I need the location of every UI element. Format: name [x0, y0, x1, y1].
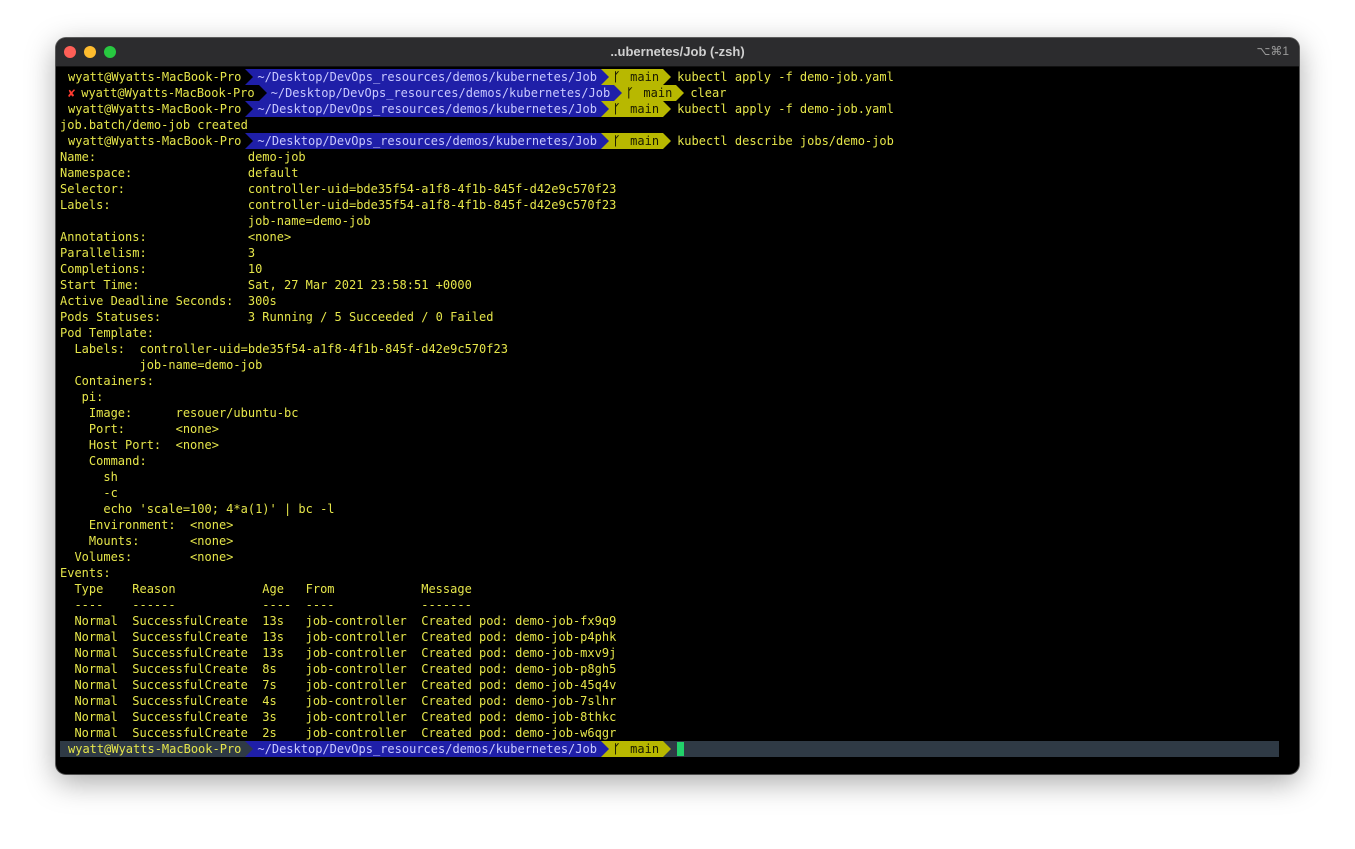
prompt-separator-icon	[663, 741, 672, 757]
branch-name: main	[622, 742, 660, 756]
describe-output-line: Completions: 10	[60, 262, 263, 276]
branch-name: main	[622, 134, 660, 148]
describe-output-line: Active Deadline Seconds: 300s	[60, 294, 277, 308]
prompt-directory: ~/Desktop/DevOps_resources/demos/kuberne…	[253, 69, 601, 85]
describe-output-line: Normal SuccessfulCreate 13s job-controll…	[60, 614, 617, 628]
prompt-user: wyatt@Wyatts-MacBook-Pro	[60, 101, 246, 117]
prompt-user-text: wyatt@Wyatts-MacBook-Pro	[81, 86, 255, 100]
prompt-separator-icon	[600, 69, 609, 85]
prompt-directory: ~/Desktop/DevOps_resources/demos/kuberne…	[253, 133, 601, 149]
describe-output-line: Pods Statuses: 3 Running / 5 Succeeded /…	[60, 310, 494, 324]
describe-output-line: Volumes: <none>	[60, 550, 234, 564]
describe-output-line: job-name=demo-job	[60, 358, 263, 372]
prompt-git-branch: ᚴ main	[608, 69, 664, 85]
prompt-separator-icon	[245, 69, 254, 85]
prompt-separator-icon	[663, 101, 672, 117]
prompt-separator-icon	[258, 85, 267, 101]
describe-output-line: Parallelism: 3	[60, 246, 256, 260]
prompt-separator-icon	[600, 133, 609, 149]
describe-output-line: Normal SuccessfulCreate 8s job-controlle…	[60, 662, 617, 676]
git-branch-icon: ᚴ	[612, 742, 621, 756]
describe-output-line: Labels: controller-uid=bde35f54-a1f8-4f1…	[60, 342, 508, 356]
git-branch-icon: ᚴ	[612, 102, 621, 116]
prompt-directory: ~/Desktop/DevOps_resources/demos/kuberne…	[253, 101, 601, 117]
git-branch-icon: ᚴ	[612, 134, 621, 148]
describe-output-line: Normal SuccessfulCreate 4s job-controlle…	[60, 694, 617, 708]
prompt-user: wyatt@Wyatts-MacBook-Pro	[60, 741, 246, 757]
command-text: kubectl apply -f demo-job.yaml	[677, 70, 894, 84]
describe-output-line: Type Reason Age From Message	[60, 582, 472, 596]
describe-output-line: Selector: controller-uid=bde35f54-a1f8-4…	[60, 182, 617, 196]
prompt-directory: ~/Desktop/DevOps_resources/demos/kuberne…	[266, 85, 615, 101]
describe-output-line: Normal SuccessfulCreate 13s job-controll…	[60, 630, 617, 644]
prompt-separator-icon	[600, 101, 609, 117]
describe-output-line: Name: demo-job	[60, 150, 306, 164]
prompt-git-branch: ᚴ main	[608, 741, 664, 757]
prompt-user: wyatt@Wyatts-MacBook-Pro	[60, 69, 246, 85]
git-branch-icon: ᚴ	[626, 86, 634, 100]
prompt-line: wyatt@Wyatts-MacBook-Pro ~/Desktop/DevOps…	[60, 133, 1279, 149]
describe-output-line: job-name=demo-job	[60, 214, 371, 228]
describe-output-line: Namespace: default	[60, 166, 299, 180]
title-bar[interactable]: ..ubernetes/Job (-zsh) ⌥⌘1	[56, 38, 1299, 67]
prompt-separator-icon	[663, 133, 672, 149]
prompt-separator-icon	[600, 741, 609, 757]
prompt-line: ✘ wyatt@Wyatts-MacBook-Pro ~/Desktop/DevOp…	[60, 85, 1279, 101]
prompt-git-branch: ᚴ main	[608, 101, 664, 117]
describe-output-line: Mounts: <none>	[60, 534, 234, 548]
command-text: kubectl describe jobs/demo-job	[677, 134, 894, 148]
prompt-separator-icon	[245, 741, 254, 757]
describe-output-line: ---- ------ ---- ---- -------	[60, 598, 472, 612]
branch-name: main	[636, 86, 673, 100]
prompt-user-text: wyatt@Wyatts-MacBook-Pro	[68, 742, 242, 756]
prompt-line: wyatt@Wyatts-MacBook-Pro ~/Desktop/DevOps…	[60, 101, 1279, 117]
prompt-user-text: wyatt@Wyatts-MacBook-Pro	[68, 70, 242, 84]
describe-output-line: Containers:	[60, 374, 154, 388]
command-output-line: job.batch/demo-job created	[60, 118, 248, 132]
prompt-separator-icon	[676, 85, 685, 101]
describe-output-line: pi:	[60, 390, 104, 404]
prompt-git-branch: ᚴ main	[622, 85, 677, 101]
describe-output-line: sh	[60, 470, 118, 484]
terminal-window: ..ubernetes/Job (-zsh) ⌥⌘1 wyatt@Wyatts-…	[56, 38, 1299, 774]
describe-output-line: Port: <none>	[60, 422, 219, 436]
describe-output-line: Command:	[60, 454, 147, 468]
prompt-user-text: wyatt@Wyatts-MacBook-Pro	[68, 134, 242, 148]
error-icon: ✘	[68, 86, 76, 100]
describe-output-line: Normal SuccessfulCreate 7s job-controlle…	[60, 678, 617, 692]
describe-output-line: Start Time: Sat, 27 Mar 2021 23:58:51 +0…	[60, 278, 472, 292]
describe-output-line: Pod Template:	[60, 326, 154, 340]
branch-name: main	[622, 102, 660, 116]
prompt-separator-icon	[614, 85, 623, 101]
prompt-directory: ~/Desktop/DevOps_resources/demos/kuberne…	[253, 741, 601, 757]
describe-output-line: Image: resouer/ubuntu-bc	[60, 406, 299, 420]
describe-output-line: Labels: controller-uid=bde35f54-a1f8-4f1…	[60, 198, 617, 212]
command-text: kubectl apply -f demo-job.yaml	[677, 102, 894, 116]
describe-output-line: Host Port: <none>	[60, 438, 219, 452]
prompt-user: ✘ wyatt@Wyatts-MacBook-Pro	[60, 85, 259, 101]
describe-output-line: Annotations: <none>	[60, 230, 292, 244]
describe-output-line: Events:	[60, 566, 111, 580]
describe-output-line: -c	[60, 486, 118, 500]
describe-output-line: Normal SuccessfulCreate 3s job-controlle…	[60, 710, 617, 724]
tab-shortcut: ⌥⌘1	[1256, 44, 1289, 58]
text-cursor[interactable]	[677, 742, 685, 756]
describe-output-line: echo 'scale=100; 4*a(1)' | bc -l	[60, 502, 335, 516]
prompt-separator-icon	[663, 69, 672, 85]
describe-output-line: Normal SuccessfulCreate 2s job-controlle…	[60, 726, 617, 740]
describe-output-line: Environment: <none>	[60, 518, 234, 532]
describe-output-line: Normal SuccessfulCreate 13s job-controll…	[60, 646, 617, 660]
git-branch-icon: ᚴ	[612, 70, 621, 84]
prompt-separator-icon	[245, 101, 254, 117]
prompt-line: wyatt@Wyatts-MacBook-Pro ~/Desktop/DevOps…	[60, 741, 1279, 757]
branch-name: main	[622, 70, 660, 84]
command-text: clear	[690, 86, 727, 100]
prompt-user: wyatt@Wyatts-MacBook-Pro	[60, 133, 246, 149]
terminal-output[interactable]: wyatt@Wyatts-MacBook-Pro ~/Desktop/DevOps…	[60, 69, 1279, 757]
prompt-user-text: wyatt@Wyatts-MacBook-Pro	[68, 102, 242, 116]
prompt-line: wyatt@Wyatts-MacBook-Pro ~/Desktop/DevOps…	[60, 69, 1279, 85]
prompt-git-branch: ᚴ main	[608, 133, 664, 149]
prompt-separator-icon	[245, 133, 254, 149]
window-title: ..ubernetes/Job (-zsh)	[610, 44, 745, 59]
